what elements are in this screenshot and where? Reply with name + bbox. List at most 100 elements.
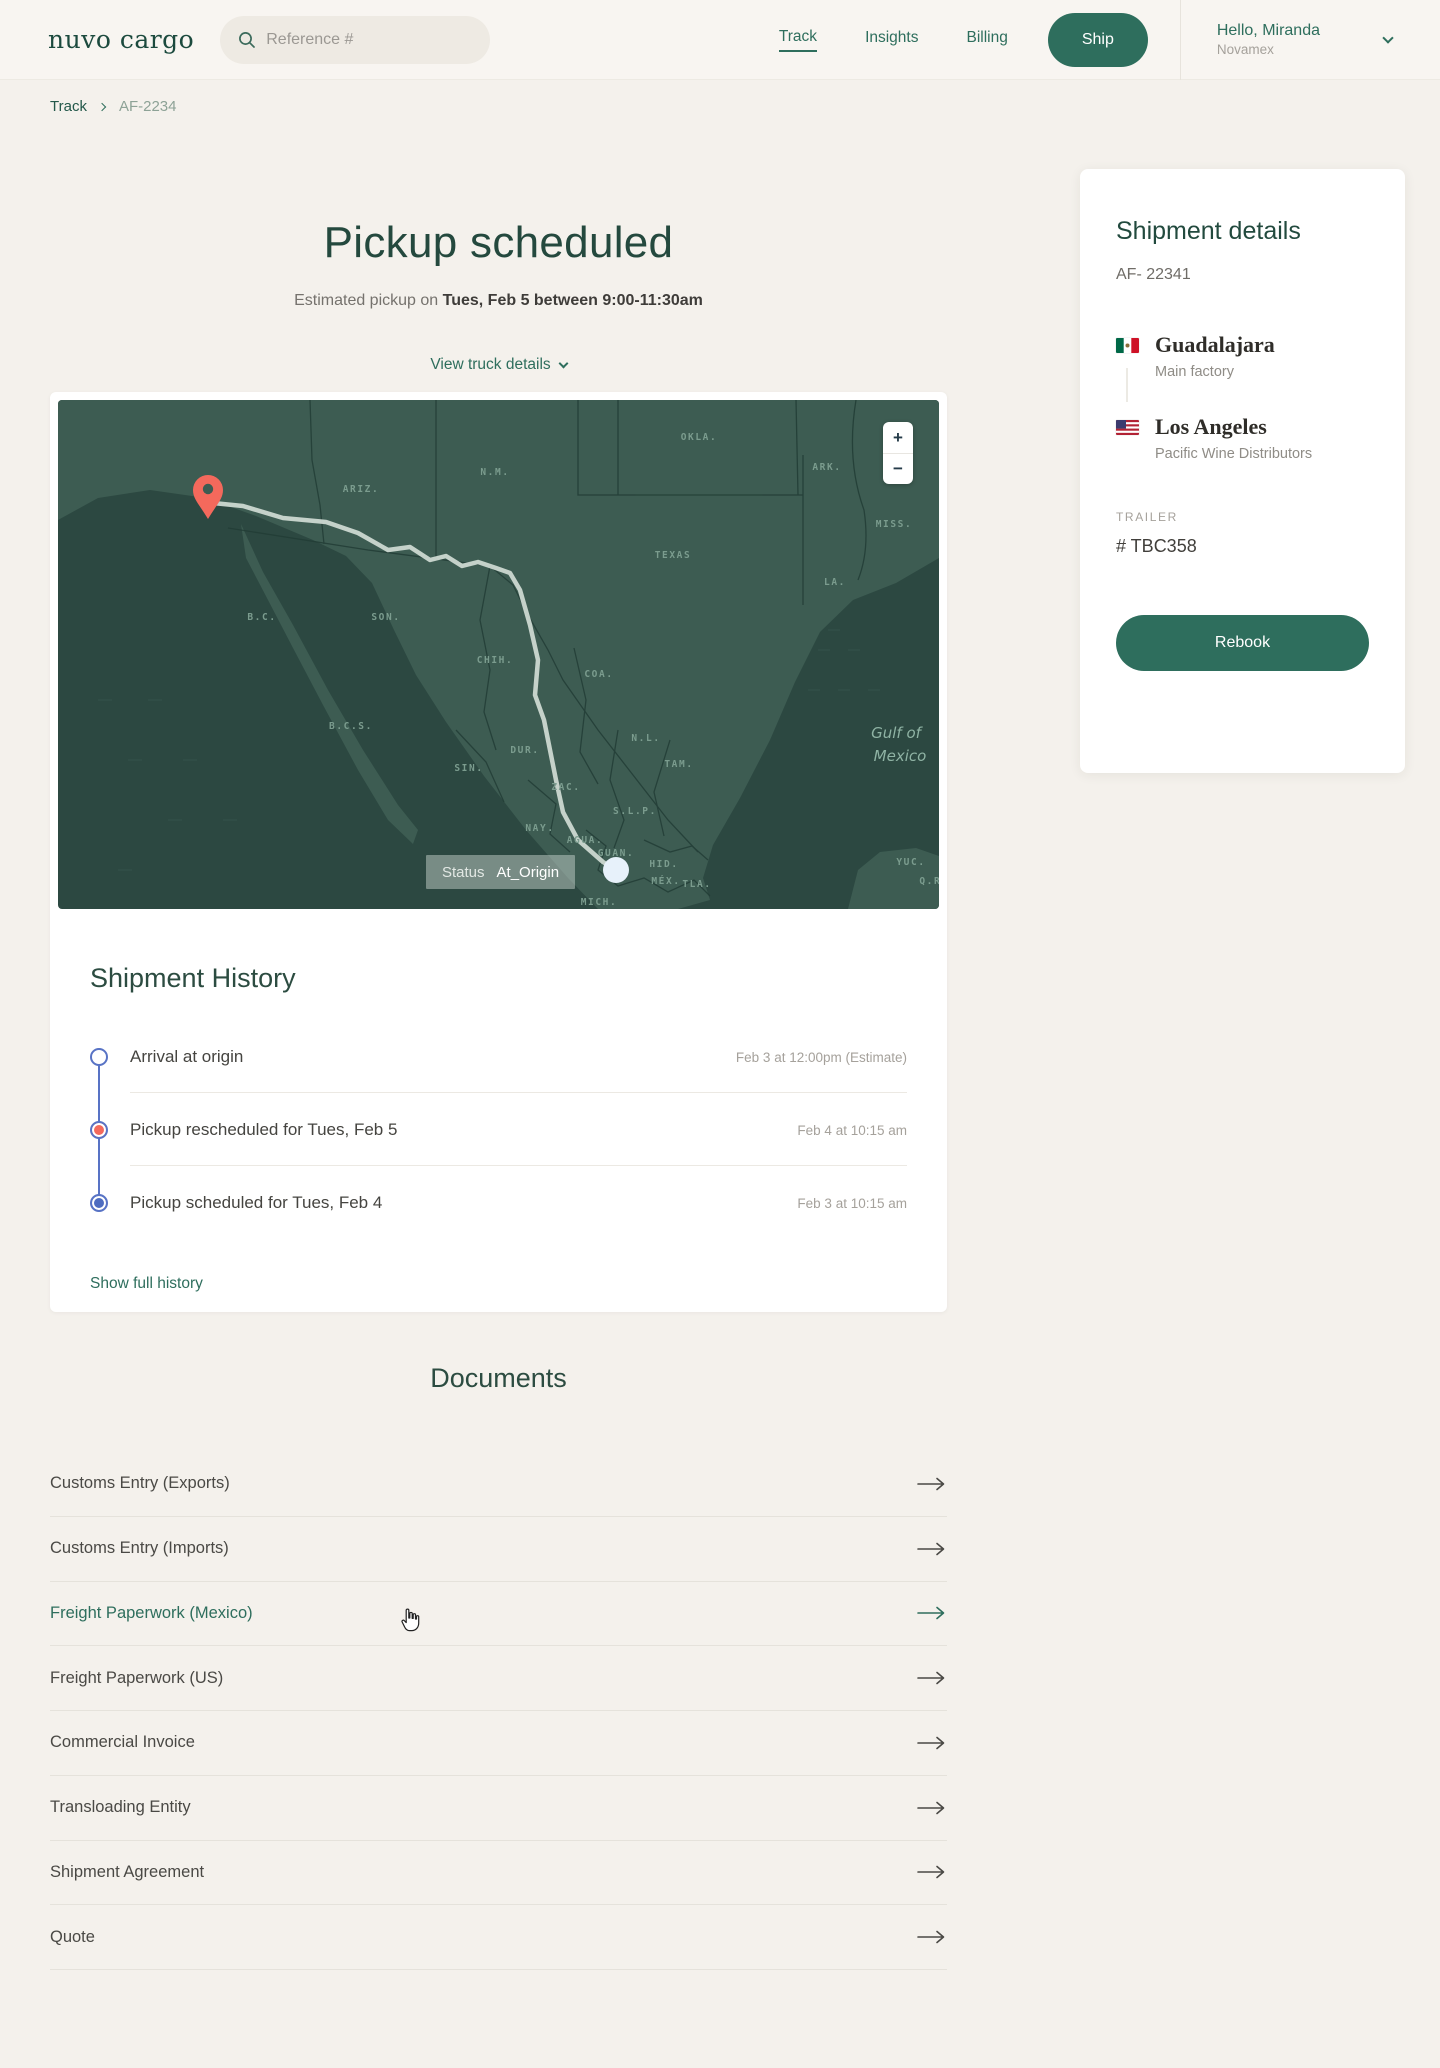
show-full-history-link[interactable]: Show full history xyxy=(90,1275,203,1293)
nav-track[interactable]: Track xyxy=(778,28,818,52)
shipment-reference: AF- 22341 xyxy=(1116,266,1191,283)
map-region-label: YUC. xyxy=(896,857,925,868)
map-region-label: AGUA. xyxy=(567,835,604,846)
nuvo-cargo-logo: nuvo cargo xyxy=(48,25,195,54)
map-zoom-control: + − xyxy=(883,422,913,484)
status-badge-value: At_Origin xyxy=(496,863,560,881)
destination-place: Pacific Wine Distributors xyxy=(1155,446,1313,462)
map-region-label: MICH. xyxy=(581,897,618,908)
chevron-down-icon xyxy=(1382,31,1394,44)
nav-billing[interactable]: Billing xyxy=(966,29,1007,51)
arrow-right-icon xyxy=(917,1607,945,1620)
document-label: Freight Paperwork (US) xyxy=(50,1668,224,1687)
shipment-details-title: Shipment details xyxy=(1116,217,1301,245)
map-region-label: COA. xyxy=(584,669,613,680)
chevron-right-icon xyxy=(97,102,107,111)
reference-search[interactable] xyxy=(220,15,491,64)
map-canvas: OKLA. ARK. MISS. N.M. ARIZ. TEXAS LA. B.C. SON. C… xyxy=(58,400,939,909)
search-input[interactable] xyxy=(266,30,467,49)
map-region-label: B.C.S. xyxy=(329,721,373,732)
map-region-label: TEXAS xyxy=(655,550,692,561)
document-label: Shipment Agreement xyxy=(50,1862,205,1881)
zoom-out-button[interactable]: − xyxy=(883,454,913,485)
map-region-label: SON. xyxy=(371,612,400,623)
document-row-transloading-entity[interactable]: Transloading Entity xyxy=(50,1776,947,1841)
map-region-label: HID. xyxy=(649,859,678,870)
current-position-marker[interactable] xyxy=(603,857,629,883)
document-row-shipment-agreement[interactable]: Shipment Agreement xyxy=(50,1841,947,1906)
map-sea-label: Gulf of xyxy=(871,724,924,742)
history-event-row: Pickup scheduled for Tues, Feb 4 Feb 3 at… xyxy=(90,1184,907,1257)
route-connector-line xyxy=(1126,368,1128,402)
document-row-commercial-invoice[interactable]: Commercial Invoice xyxy=(50,1711,947,1776)
page: nuvo cargo Track Insights Billing Ship Hel… xyxy=(0,0,1440,2068)
shipment-history-section: Shipment History Arrival at origin Feb 3 … xyxy=(50,917,947,1293)
origin-city: Guadalajara xyxy=(1155,332,1275,357)
zoom-in-button[interactable]: + xyxy=(883,422,913,454)
map-region-label: B.C. xyxy=(247,612,276,623)
document-row-customs-entry-exports[interactable]: Customs Entry (Exports) xyxy=(50,1452,947,1517)
chevron-down-icon xyxy=(558,358,569,368)
document-row-freight-paperwork-mexico[interactable]: Freight Paperwork (Mexico) xyxy=(50,1582,947,1647)
map-region-label: LA. xyxy=(824,577,846,588)
map-region-label: ZAC. xyxy=(551,782,580,793)
history-event-timestamp: Feb 3 at 10:15 am xyxy=(797,1196,907,1211)
status-badge: Status At_Origin xyxy=(426,855,576,889)
pickup-estimate-prefix: Estimated pickup on xyxy=(294,292,443,309)
destination-city: Los Angeles xyxy=(1155,414,1267,439)
rebook-button[interactable]: Rebook xyxy=(1116,615,1369,671)
documents-section: Documents Customs Entry (Exports) Customs… xyxy=(50,1360,947,1970)
breadcrumb-track-link[interactable]: Track xyxy=(50,98,87,115)
user-company: Novamex xyxy=(1216,42,1274,58)
document-label: Freight Paperwork (Mexico) xyxy=(50,1603,253,1622)
document-label: Customs Entry (Exports) xyxy=(50,1474,230,1493)
map-region-label: MISS. xyxy=(876,519,913,530)
map-region-label: TAM. xyxy=(664,759,693,770)
history-event-label: Pickup rescheduled for Tues, Feb 5 xyxy=(130,1120,398,1139)
nav-insights[interactable]: Insights xyxy=(865,29,918,51)
document-label: Quote xyxy=(50,1927,95,1946)
view-truck-details-link[interactable]: View truck details xyxy=(430,356,569,374)
search-icon xyxy=(239,31,256,48)
main-nav: Track Insights Billing xyxy=(778,28,1008,52)
row-divider xyxy=(130,1165,907,1166)
us-flag-icon xyxy=(1116,420,1139,435)
map-region-label: N.L. xyxy=(631,733,660,744)
map-region-label: ARIZ. xyxy=(343,484,380,495)
document-row-quote[interactable]: Quote xyxy=(50,1905,947,1970)
document-label: Transloading Entity xyxy=(50,1798,191,1817)
route-summary: Guadalajara Main factory Los Angeles Pac… xyxy=(1116,332,1369,462)
mouse-cursor-pointer xyxy=(401,1608,420,1632)
shipment-history-title: Shipment History xyxy=(90,963,296,993)
origin-place: Main factory xyxy=(1155,364,1234,380)
arrow-right-icon xyxy=(917,1477,945,1491)
route-map[interactable]: OKLA. ARK. MISS. N.M. ARIZ. TEXAS LA. B.C. SON. C… xyxy=(58,400,939,909)
tracking-card: OKLA. ARK. MISS. N.M. ARIZ. TEXAS LA. B.C. SON. C… xyxy=(50,392,947,1312)
ship-button[interactable]: Ship xyxy=(1047,12,1148,67)
document-row-customs-entry-imports[interactable]: Customs Entry (Imports) xyxy=(50,1517,947,1582)
document-label: Commercial Invoice xyxy=(50,1733,195,1752)
map-region-label: NAY. xyxy=(525,823,554,834)
map-region-label: S.L.P. xyxy=(613,806,657,817)
arrow-right-icon xyxy=(917,1736,945,1750)
history-event-timestamp: Feb 4 at 10:15 am xyxy=(797,1123,907,1138)
timeline-marker-blue xyxy=(90,1194,108,1212)
trailer-label: TRAILER xyxy=(1116,510,1178,524)
history-event-timestamp: Feb 3 at 12:00pm (Estimate) xyxy=(735,1050,907,1065)
user-menu[interactable]: Hello, Miranda Novamex xyxy=(1181,20,1440,60)
status-header: Pickup scheduled Estimated pickup on Tue… xyxy=(50,218,947,374)
breadcrumb: Track AF-2234 xyxy=(50,98,177,115)
map-region-label: OKLA. xyxy=(681,432,718,443)
mexico-flag-icon xyxy=(1116,338,1139,353)
map-region-label: SIN. xyxy=(454,763,483,774)
history-event-row: Arrival at origin Feb 3 at 12:00pm (Estim… xyxy=(90,1038,907,1111)
row-divider xyxy=(130,1092,907,1093)
status-badge-label: Status xyxy=(442,863,485,881)
history-event-label: Pickup scheduled for Tues, Feb 4 xyxy=(130,1193,383,1212)
history-timeline: Arrival at origin Feb 3 at 12:00pm (Estim… xyxy=(90,1038,907,1257)
view-truck-details-label: View truck details xyxy=(430,356,551,373)
pickup-estimate-text: Estimated pickup on Tues, Feb 5 between … xyxy=(50,292,947,310)
shipment-details-card: Shipment details AF- 22341 Guadalajara M… xyxy=(1080,169,1405,773)
document-row-freight-paperwork-us[interactable]: Freight Paperwork (US) xyxy=(50,1646,947,1711)
page-title: Pickup scheduled xyxy=(323,218,674,267)
